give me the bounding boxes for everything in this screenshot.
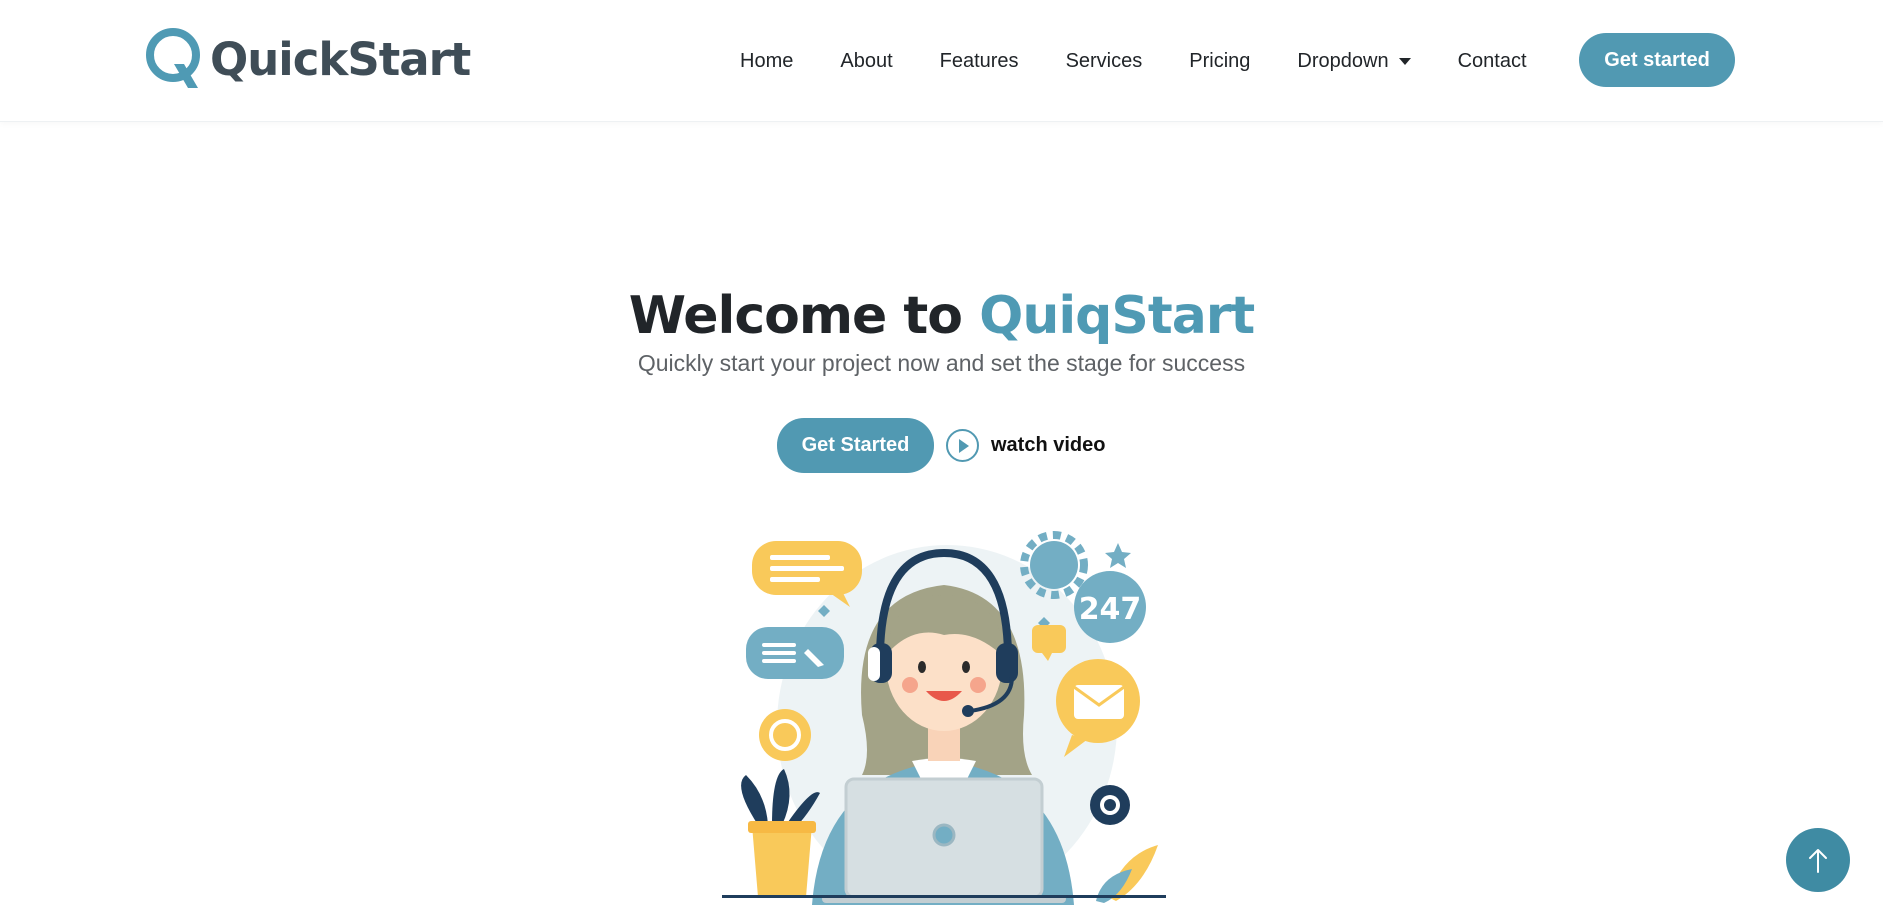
main-nav: Home About Features Services Pricing Dro… (740, 0, 1574, 122)
nav-dropdown[interactable]: Dropdown (1297, 49, 1411, 73)
message-bubble-icon (746, 627, 844, 679)
site-header: QuickStart Home About Features Services … (0, 0, 1883, 122)
logo[interactable]: QuickStart (144, 26, 471, 92)
nav-features[interactable]: Features (940, 50, 1019, 73)
nav-pricing[interactable]: Pricing (1189, 50, 1250, 73)
hero-subtitle: Quickly start your project now and set t… (637, 350, 1246, 376)
illustration-badge: 247 (1079, 592, 1142, 627)
hero-illustration: 247 (722, 531, 1166, 905)
hero-title-prefix: Welcome to (628, 286, 980, 346)
laptop-icon (822, 777, 1066, 903)
play-circle-icon (946, 429, 979, 462)
get-started-header-button[interactable]: Get started (1579, 33, 1735, 87)
nav-contact[interactable]: Contact (1458, 50, 1527, 73)
arrow-up-icon (1809, 849, 1827, 873)
hero-title-accent: QuiqStart (979, 286, 1255, 346)
caret-down-icon (1398, 57, 1411, 65)
watch-video-link[interactable]: watch video (946, 429, 1105, 462)
nav-home[interactable]: Home (740, 50, 793, 73)
logo-text: QuickStart (210, 32, 471, 86)
get-started-button[interactable]: Get Started (777, 418, 934, 473)
gear-icon (1020, 531, 1088, 599)
nav-services[interactable]: Services (1066, 50, 1143, 73)
logo-q-icon (146, 28, 200, 88)
back-to-top-button[interactable] (1786, 828, 1850, 892)
watch-video-label: watch video (991, 434, 1106, 456)
nav-about[interactable]: About (840, 50, 892, 73)
nav-dropdown-label: Dropdown (1297, 49, 1389, 72)
hero-title: Welcome to QuiqStart (0, 286, 1883, 346)
